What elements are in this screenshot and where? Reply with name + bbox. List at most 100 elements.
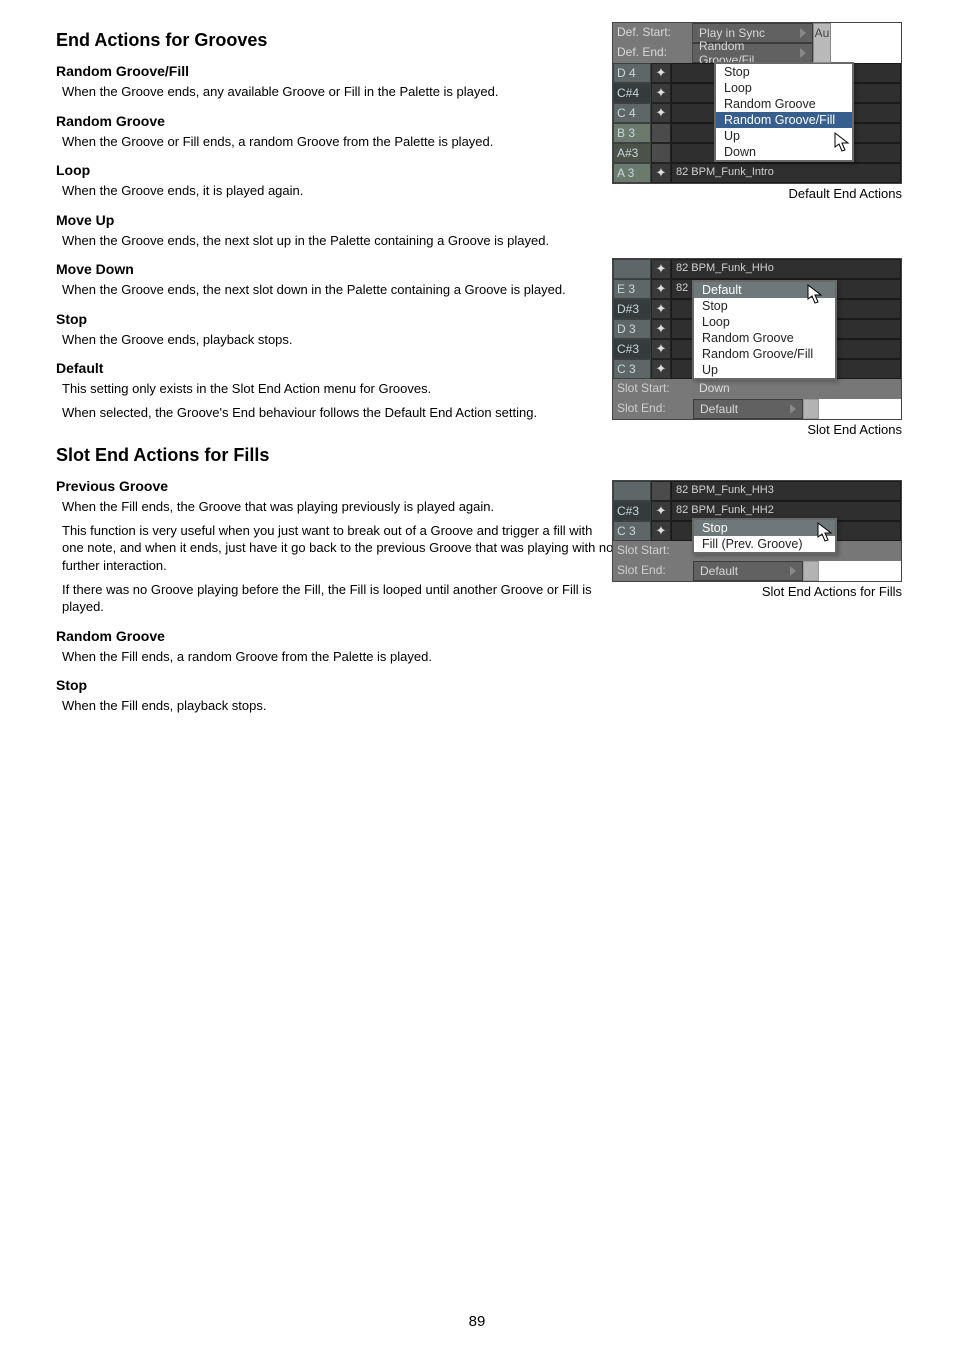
menu-item-selected[interactable]: Stop <box>694 520 835 536</box>
paragraph: When selected, the Groove's End behaviou… <box>62 404 616 422</box>
piano-key[interactable]: C#3 <box>613 501 651 521</box>
piano-key[interactable]: C#4 <box>613 83 651 103</box>
slot-end-label: Slot End: <box>613 561 693 581</box>
menu-item[interactable]: Loop <box>694 314 835 330</box>
piano-key[interactable]: C 4 <box>613 103 651 123</box>
menu-item[interactable]: Fill (Prev. Groove) <box>694 536 835 552</box>
piano-key[interactable]: B 3 <box>613 123 651 143</box>
slot-end-label: Slot End: <box>613 399 693 419</box>
menu-item[interactable]: Up <box>694 362 835 378</box>
slot-button[interactable]: ✦ <box>651 63 671 83</box>
piano-key[interactable] <box>613 259 651 279</box>
slot-button[interactable] <box>651 123 671 143</box>
slot-start-label: Slot Start: <box>613 379 693 399</box>
menu-item[interactable]: Random Groove <box>716 96 852 112</box>
paragraph: When the Groove or Fill ends, a random G… <box>62 133 616 151</box>
piano-key[interactable]: C#3 <box>613 339 651 359</box>
dropdown-icon <box>790 566 796 576</box>
slot-button[interactable]: ✦ <box>651 279 671 299</box>
menu-item[interactable]: Random Groove/Fill <box>694 346 835 362</box>
menu-item[interactable]: Down <box>716 144 852 160</box>
slot-button[interactable]: ✦ <box>651 163 671 183</box>
heading: Previous Groove <box>56 478 616 494</box>
piano-key[interactable]: D#3 <box>613 299 651 319</box>
slot-button[interactable]: ✦ <box>651 83 671 103</box>
heading: Move Down <box>56 261 616 277</box>
slot-start-value[interactable]: Down <box>693 379 901 399</box>
dropdown-icon <box>790 404 796 414</box>
paragraph: When the Fill ends, the Groove that was … <box>62 498 616 516</box>
dropdown-icon <box>800 48 806 58</box>
left-text-column: End Actions for Grooves Random Groove/Fi… <box>56 30 616 715</box>
paragraph: When the Groove ends, any available Groo… <box>62 83 616 101</box>
heading: Random Groove <box>56 628 616 644</box>
slot-end-dropdown[interactable]: Default <box>693 561 803 581</box>
figure-slot-end-actions: ✦82 BPM_Funk_HHo E 3✦82 BPM_Funk_HHo D#3… <box>612 258 902 437</box>
au-button[interactable]: Au <box>813 23 831 63</box>
figure-default-end-actions: Def. Start: Play in Sync Au Def. End: Ra… <box>612 22 902 201</box>
slot-button[interactable]: ✦ <box>651 299 671 319</box>
slot-button[interactable]: ✦ <box>651 521 671 541</box>
dropdown-icon <box>800 28 806 38</box>
corner <box>803 561 819 581</box>
cursor-icon <box>834 132 852 159</box>
heading: Random Groove <box>56 113 616 129</box>
paragraph: When the Groove ends, the next slot down… <box>62 281 616 299</box>
paragraph: When the Groove ends, the next slot up i… <box>62 232 616 250</box>
clip-slot[interactable]: 82 BPM_Funk_Intro <box>671 163 901 183</box>
slot-end-dropdown[interactable]: Default <box>693 399 803 419</box>
page-number: 89 <box>0 1313 954 1330</box>
menu-item-selected[interactable]: Random Groove/Fill <box>716 112 852 128</box>
piano-key[interactable]: D 3 <box>613 319 651 339</box>
slot-button[interactable] <box>651 143 671 163</box>
def-end-dropdown[interactable]: Random Groove/Fil <box>693 43 813 63</box>
heading: Default <box>56 360 616 376</box>
menu-item[interactable]: Random Groove <box>694 330 835 346</box>
clip-slot[interactable]: 82 BPM_Funk_HH3 <box>671 481 901 501</box>
piano-key[interactable]: C 3 <box>613 521 651 541</box>
heading: Move Up <box>56 212 616 228</box>
heading: Loop <box>56 162 616 178</box>
paragraph: This function is very useful when you ju… <box>62 522 616 575</box>
slot-button[interactable]: ✦ <box>651 359 671 379</box>
cursor-icon <box>807 284 825 311</box>
slot-button[interactable]: ✦ <box>651 501 671 521</box>
def-end-label: Def. End: <box>613 43 693 63</box>
piano-key[interactable]: C 3 <box>613 359 651 379</box>
menu-item[interactable]: Loop <box>716 80 852 96</box>
piano-key[interactable]: D 4 <box>613 63 651 83</box>
figure-slot-end-actions-fills: 82 BPM_Funk_HH3 C#3✦82 BPM_Funk_HH2 C 3✦… <box>612 480 902 599</box>
heading: Random Groove/Fill <box>56 63 616 79</box>
piano-key[interactable]: A 3 <box>613 163 651 183</box>
paragraph: If there was no Groove playing before th… <box>62 581 616 616</box>
piano-key[interactable] <box>613 481 651 501</box>
heading: Stop <box>56 677 616 693</box>
figure1-caption: Default End Actions <box>612 186 902 201</box>
fill-end-menu[interactable]: Stop Fill (Prev. Groove) <box>692 518 837 554</box>
paragraph: When the Fill ends, playback stops. <box>62 697 616 715</box>
piano-key[interactable]: E 3 <box>613 279 651 299</box>
paragraph: When the Groove ends, it is played again… <box>62 182 616 200</box>
slot-button[interactable]: ✦ <box>651 319 671 339</box>
menu-item[interactable]: Stop <box>716 64 852 80</box>
piano-key[interactable]: A#3 <box>613 143 651 163</box>
slot-button[interactable]: ✦ <box>651 259 671 279</box>
end-action-menu[interactable]: Stop Loop Random Groove Random Groove/Fi… <box>714 62 854 162</box>
figure2-caption: Slot End Actions <box>612 422 902 437</box>
paragraph: This setting only exists in the Slot End… <box>62 380 616 398</box>
figure3-caption: Slot End Actions for Fills <box>612 584 902 599</box>
clip-slot[interactable]: 82 BPM_Funk_HHo <box>671 259 901 279</box>
section2-title: Slot End Actions for Fills <box>56 445 616 466</box>
slot-button[interactable]: ✦ <box>651 103 671 123</box>
paragraph: When the Groove ends, playback stops. <box>62 331 616 349</box>
def-start-label: Def. Start: <box>613 23 693 43</box>
slot-button[interactable] <box>651 481 671 501</box>
heading: Stop <box>56 311 616 327</box>
menu-item[interactable]: Up <box>716 128 852 144</box>
cursor-icon <box>817 522 835 549</box>
corner <box>803 399 819 419</box>
paragraph: When the Fill ends, a random Groove from… <box>62 648 616 666</box>
slot-start-label: Slot Start: <box>613 541 693 561</box>
slot-button[interactable]: ✦ <box>651 339 671 359</box>
section1-title: End Actions for Grooves <box>56 30 616 51</box>
